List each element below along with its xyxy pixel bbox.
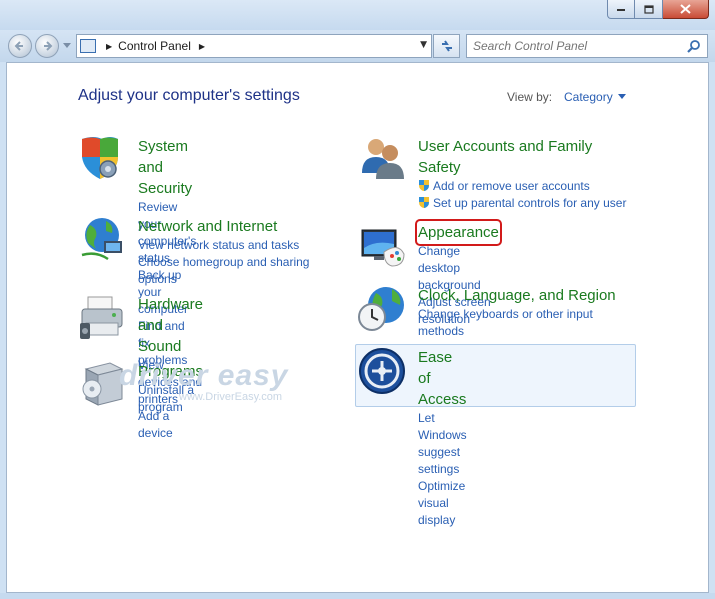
page-title: Adjust your computer's settings	[78, 87, 300, 104]
clock-globe-icon	[358, 287, 404, 331]
link-parental-controls[interactable]: Set up parental controls for any user	[418, 195, 638, 212]
forward-button[interactable]	[35, 34, 59, 58]
category-title[interactable]: Clock, Language, and Region	[418, 285, 628, 306]
search-icon[interactable]	[687, 39, 701, 53]
maximize-icon	[643, 4, 654, 14]
window-bottom-edge	[0, 593, 715, 599]
network-globe-icon	[81, 218, 122, 261]
back-arrow-icon	[14, 41, 23, 51]
recent-pages-dropdown-icon[interactable]	[63, 43, 71, 49]
uac-shield-icon	[419, 180, 429, 191]
minimize-button[interactable]	[607, 0, 635, 19]
category-title[interactable]: Hardware and Sound	[138, 294, 203, 357]
link-optimize-display[interactable]: Optimize visual display	[418, 478, 467, 529]
ease-of-access-icon	[359, 348, 405, 394]
window-controls	[607, 0, 709, 19]
search-input[interactable]	[473, 39, 683, 53]
navigation-bar: ▶ Control Panel ▶ ▼	[0, 30, 715, 62]
link-suggest-settings[interactable]: Let Windows suggest settings	[418, 410, 467, 478]
search-box[interactable]	[466, 34, 708, 58]
control-panel-content: Adjust your computer's settings View by:…	[6, 62, 709, 593]
view-by-value[interactable]: Category	[564, 90, 613, 104]
category-title-highlighted[interactable]: Appearance	[415, 219, 502, 246]
refresh-button[interactable]	[433, 34, 460, 58]
uac-shield-icon	[419, 197, 429, 208]
breadcrumb-control-panel[interactable]: Control Panel	[118, 39, 191, 53]
view-by-label: View by:	[507, 90, 553, 104]
title-bar	[0, 0, 715, 30]
link-homegroup[interactable]: Choose homegroup and sharing options	[138, 254, 318, 288]
forward-arrow-icon	[44, 41, 53, 51]
close-icon	[680, 4, 691, 14]
category-title[interactable]: Ease of Access	[418, 347, 467, 410]
address-dropdown-icon[interactable]: ▼	[420, 40, 427, 50]
monitor-palette-icon	[361, 229, 405, 267]
watermark: driver easy www.DriverEasy.com	[119, 359, 289, 403]
link-label[interactable]: Set up parental controls for any user	[433, 196, 626, 210]
security-shield-icon	[82, 137, 118, 179]
category-text: Ease of Access Let Windows suggest setti…	[418, 347, 467, 529]
link-keyboards-input[interactable]: Change keyboards or other input methods	[418, 306, 628, 340]
control-panel-icon	[80, 39, 96, 53]
link-add-remove-accounts[interactable]: Add or remove user accounts	[418, 178, 638, 195]
category-title[interactable]: System and Security	[138, 136, 196, 199]
refresh-icon	[441, 40, 452, 52]
link-label[interactable]: Add or remove user accounts	[433, 179, 590, 193]
category-text: Clock, Language, and Region Change keybo…	[418, 285, 628, 340]
category-text: User Accounts and Family Safety Add or r…	[418, 136, 638, 212]
watermark-brand: driver easy	[119, 359, 289, 392]
chevron-down-icon	[617, 94, 626, 99]
category-text: Network and Internet View network status…	[138, 216, 318, 288]
users-icon	[362, 139, 404, 179]
breadcrumb-separator-icon[interactable]: ▶	[199, 42, 205, 51]
maximize-button[interactable]	[635, 0, 663, 19]
category-title[interactable]: Network and Internet	[138, 216, 318, 237]
watermark-url: www.DriverEasy.com	[179, 391, 283, 403]
close-button[interactable]	[663, 0, 709, 19]
back-button[interactable]	[8, 34, 32, 58]
breadcrumb-separator-icon[interactable]: ▶	[106, 42, 112, 51]
minimize-icon	[617, 9, 625, 11]
category-title[interactable]: User Accounts and Family Safety	[418, 136, 638, 178]
link-network-status[interactable]: View network status and tasks	[138, 237, 318, 254]
view-by-dropdown[interactable]: Category	[564, 90, 626, 104]
address-bar[interactable]: ▶ Control Panel ▶ ▼	[76, 34, 432, 58]
printer-icon	[80, 296, 123, 339]
